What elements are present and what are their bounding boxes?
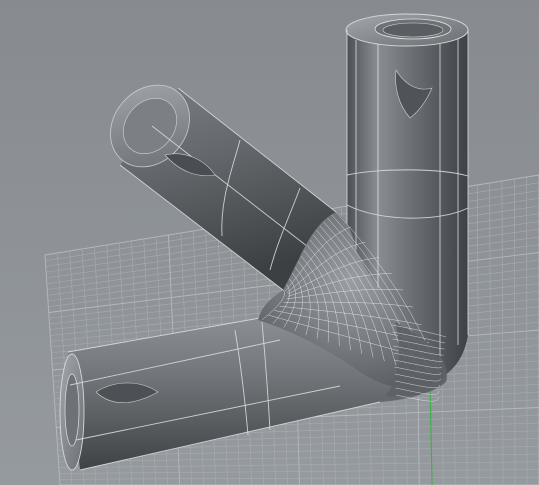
3d-viewport[interactable] [0, 0, 539, 485]
diagonal-pipe[interactable] [94, 69, 337, 291]
viewport-canvas[interactable] [0, 0, 539, 485]
